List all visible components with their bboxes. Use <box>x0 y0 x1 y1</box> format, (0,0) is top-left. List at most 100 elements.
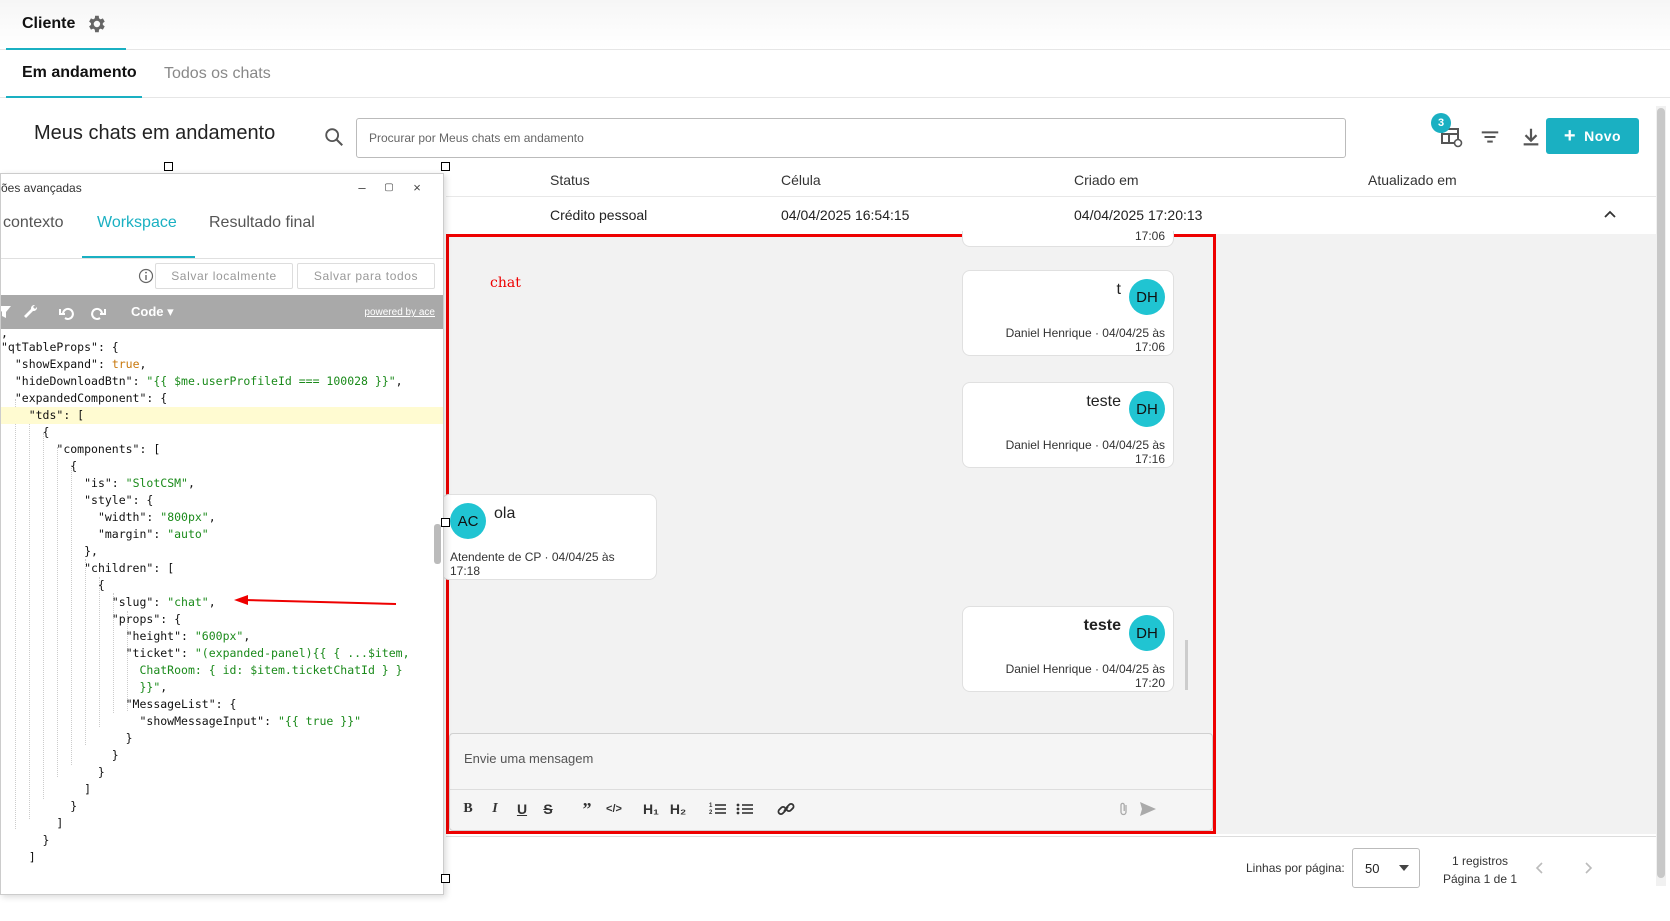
subtabs: Em andamento Todos os chats <box>0 50 1670 98</box>
undo-icon[interactable] <box>58 303 76 321</box>
redo-icon[interactable] <box>89 303 107 321</box>
caret-down-icon <box>1399 865 1409 871</box>
svg-text:2: 2 <box>709 810 713 816</box>
avatar: DH <box>1129 615 1165 651</box>
save-for-all-button[interactable]: Salvar para todos <box>297 263 435 289</box>
filter-icon[interactable] <box>0 303 13 321</box>
col-header-atualizado[interactable]: Atualizado em <box>1368 172 1457 188</box>
maximize-icon[interactable]: ▢ <box>381 179 397 195</box>
editor-scrollbar[interactable] <box>434 524 441 564</box>
rows-per-page-label: Linhas por página: <box>1246 861 1345 875</box>
tab-todos-os-chats[interactable]: Todos os chats <box>164 50 271 98</box>
svg-text:1: 1 <box>709 803 713 809</box>
message-meta: Daniel Henrique · 04/04/25 às 17:20 <box>1005 662 1165 690</box>
underline-icon[interactable]: U <box>514 798 530 820</box>
records-count: 1 registros <box>1451 854 1509 868</box>
close-icon[interactable]: × <box>409 179 425 195</box>
avatar: AC <box>450 503 486 539</box>
italic-icon[interactable]: I <box>487 798 503 820</box>
message-meta: Daniel Henrique · 04/04/25 às 17:16 <box>1005 438 1165 466</box>
new-button[interactable]: + Novo <box>1546 118 1639 154</box>
search-input[interactable] <box>356 118 1346 158</box>
message-text: ola <box>494 505 516 522</box>
tab-em-andamento[interactable]: Em andamento <box>6 50 142 98</box>
powered-by-ace-link[interactable]: powered by ace <box>364 307 435 318</box>
message-bubble: teste DH Daniel Henrique · 04/04/25 às 17… <box>962 606 1174 692</box>
window-title: ões avançadas <box>1 181 82 195</box>
annotation-arrow-icon <box>234 595 397 605</box>
download-button[interactable] <box>1516 122 1546 152</box>
message-bubble-incoming: AC ola Atendente de CP · 04/04/25 às 17:1… <box>441 494 657 580</box>
rows-per-page-value: 50 <box>1365 860 1380 876</box>
link-icon[interactable] <box>776 798 796 820</box>
page-scrollbar[interactable] <box>1657 108 1665 878</box>
plus-icon: + <box>1563 125 1577 147</box>
next-page-icon[interactable] <box>1580 860 1596 876</box>
save-locally-button[interactable]: Salvar localmente <box>155 263 293 289</box>
strikethrough-icon[interactable]: S <box>540 798 556 820</box>
advanced-options-window: ões avançadas – ▢ × contexto Workspace R… <box>0 173 444 895</box>
collapse-row-icon[interactable] <box>1602 206 1618 222</box>
page-title: Meus chats em andamento <box>34 122 276 144</box>
tab-resultado-final[interactable]: Resultado final <box>209 214 315 232</box>
records-info: 1 registros Página 1 de 1 <box>1430 852 1530 888</box>
heading-1-icon[interactable]: H₁ <box>640 798 662 820</box>
avatar: DH <box>1129 279 1165 315</box>
filter-icon <box>1481 131 1499 143</box>
message-composer: B I U S ” </> H₁ H₂ 12 <box>449 733 1213 831</box>
rows-per-page-select[interactable]: 50 <box>1352 848 1420 888</box>
ordered-list-icon[interactable]: 12 <box>708 798 728 820</box>
tab-workspace[interactable]: Workspace <box>97 214 177 232</box>
composer-divider <box>450 789 1212 790</box>
tab-cliente[interactable]: Cliente <box>6 0 126 50</box>
col-header-status[interactable]: Status <box>550 172 590 188</box>
resize-handle[interactable] <box>441 518 450 527</box>
cell-criado: 04/04/2025 17:20:13 <box>1074 207 1203 223</box>
message-time: 17:06 <box>1134 229 1165 243</box>
message-text: teste <box>1086 393 1121 410</box>
col-header-celula[interactable]: Célula <box>781 172 821 188</box>
message-meta: Daniel Henrique · 04/04/25 às 17:06 <box>1005 326 1165 354</box>
message-bubble-partial: 17:06 <box>962 229 1174 247</box>
send-icon[interactable] <box>1138 798 1158 820</box>
tabs-divider <box>1 258 443 259</box>
minimize-icon[interactable]: – <box>354 179 370 195</box>
chat-scrollbar[interactable] <box>1185 640 1188 690</box>
bold-icon[interactable]: B <box>460 798 476 820</box>
top-bar: Cliente <box>0 0 1670 50</box>
message-input[interactable] <box>464 744 1194 772</box>
resize-handle[interactable] <box>164 162 173 171</box>
code-mode-dropdown[interactable]: Code ▾ <box>131 304 174 320</box>
download-icon <box>1523 128 1539 146</box>
gear-icon[interactable] <box>85 13 107 35</box>
bullet-list-icon[interactable] <box>735 798 755 820</box>
message-text: teste <box>1083 617 1121 634</box>
window-title-bar[interactable]: ões avançadas – ▢ × <box>1 174 443 202</box>
message-meta: Atendente de CP · 04/04/25 às 17:18 <box>450 550 615 578</box>
tab-contexto[interactable]: contexto <box>3 214 63 232</box>
code-icon[interactable]: </> <box>604 798 624 820</box>
page-indicator: Página 1 de 1 <box>1442 872 1518 886</box>
quote-icon[interactable]: ” <box>578 798 596 820</box>
cell-celula: 04/04/2025 16:54:15 <box>781 207 910 223</box>
info-icon[interactable] <box>138 268 154 284</box>
message-text: t <box>1116 281 1121 298</box>
chat-annotation: chat <box>490 275 521 291</box>
attachment-icon[interactable] <box>1116 798 1132 820</box>
footer-divider <box>446 836 1656 837</box>
message-bubble: teste DH Daniel Henrique · 04/04/25 às 17… <box>962 382 1174 468</box>
expanded-panel-background <box>1216 234 1656 834</box>
resize-handle[interactable] <box>441 162 450 171</box>
tab-cliente-label: Cliente <box>22 15 76 32</box>
col-header-criado[interactable]: Criado em <box>1074 172 1139 188</box>
heading-2-icon[interactable]: H₂ <box>667 798 689 820</box>
new-button-label: Novo <box>1584 128 1622 144</box>
prev-page-icon[interactable] <box>1532 860 1548 876</box>
header-divider <box>446 196 1656 197</box>
resize-handle[interactable] <box>441 874 450 883</box>
message-bubble: t DH Daniel Henrique · 04/04/25 às 17:06 <box>962 270 1174 356</box>
wrench-icon[interactable] <box>23 303 41 321</box>
avatar: DH <box>1129 391 1165 427</box>
ace-toolbar: Code ▾ powered by ace <box>0 295 443 329</box>
filter-button[interactable] <box>1475 122 1505 152</box>
